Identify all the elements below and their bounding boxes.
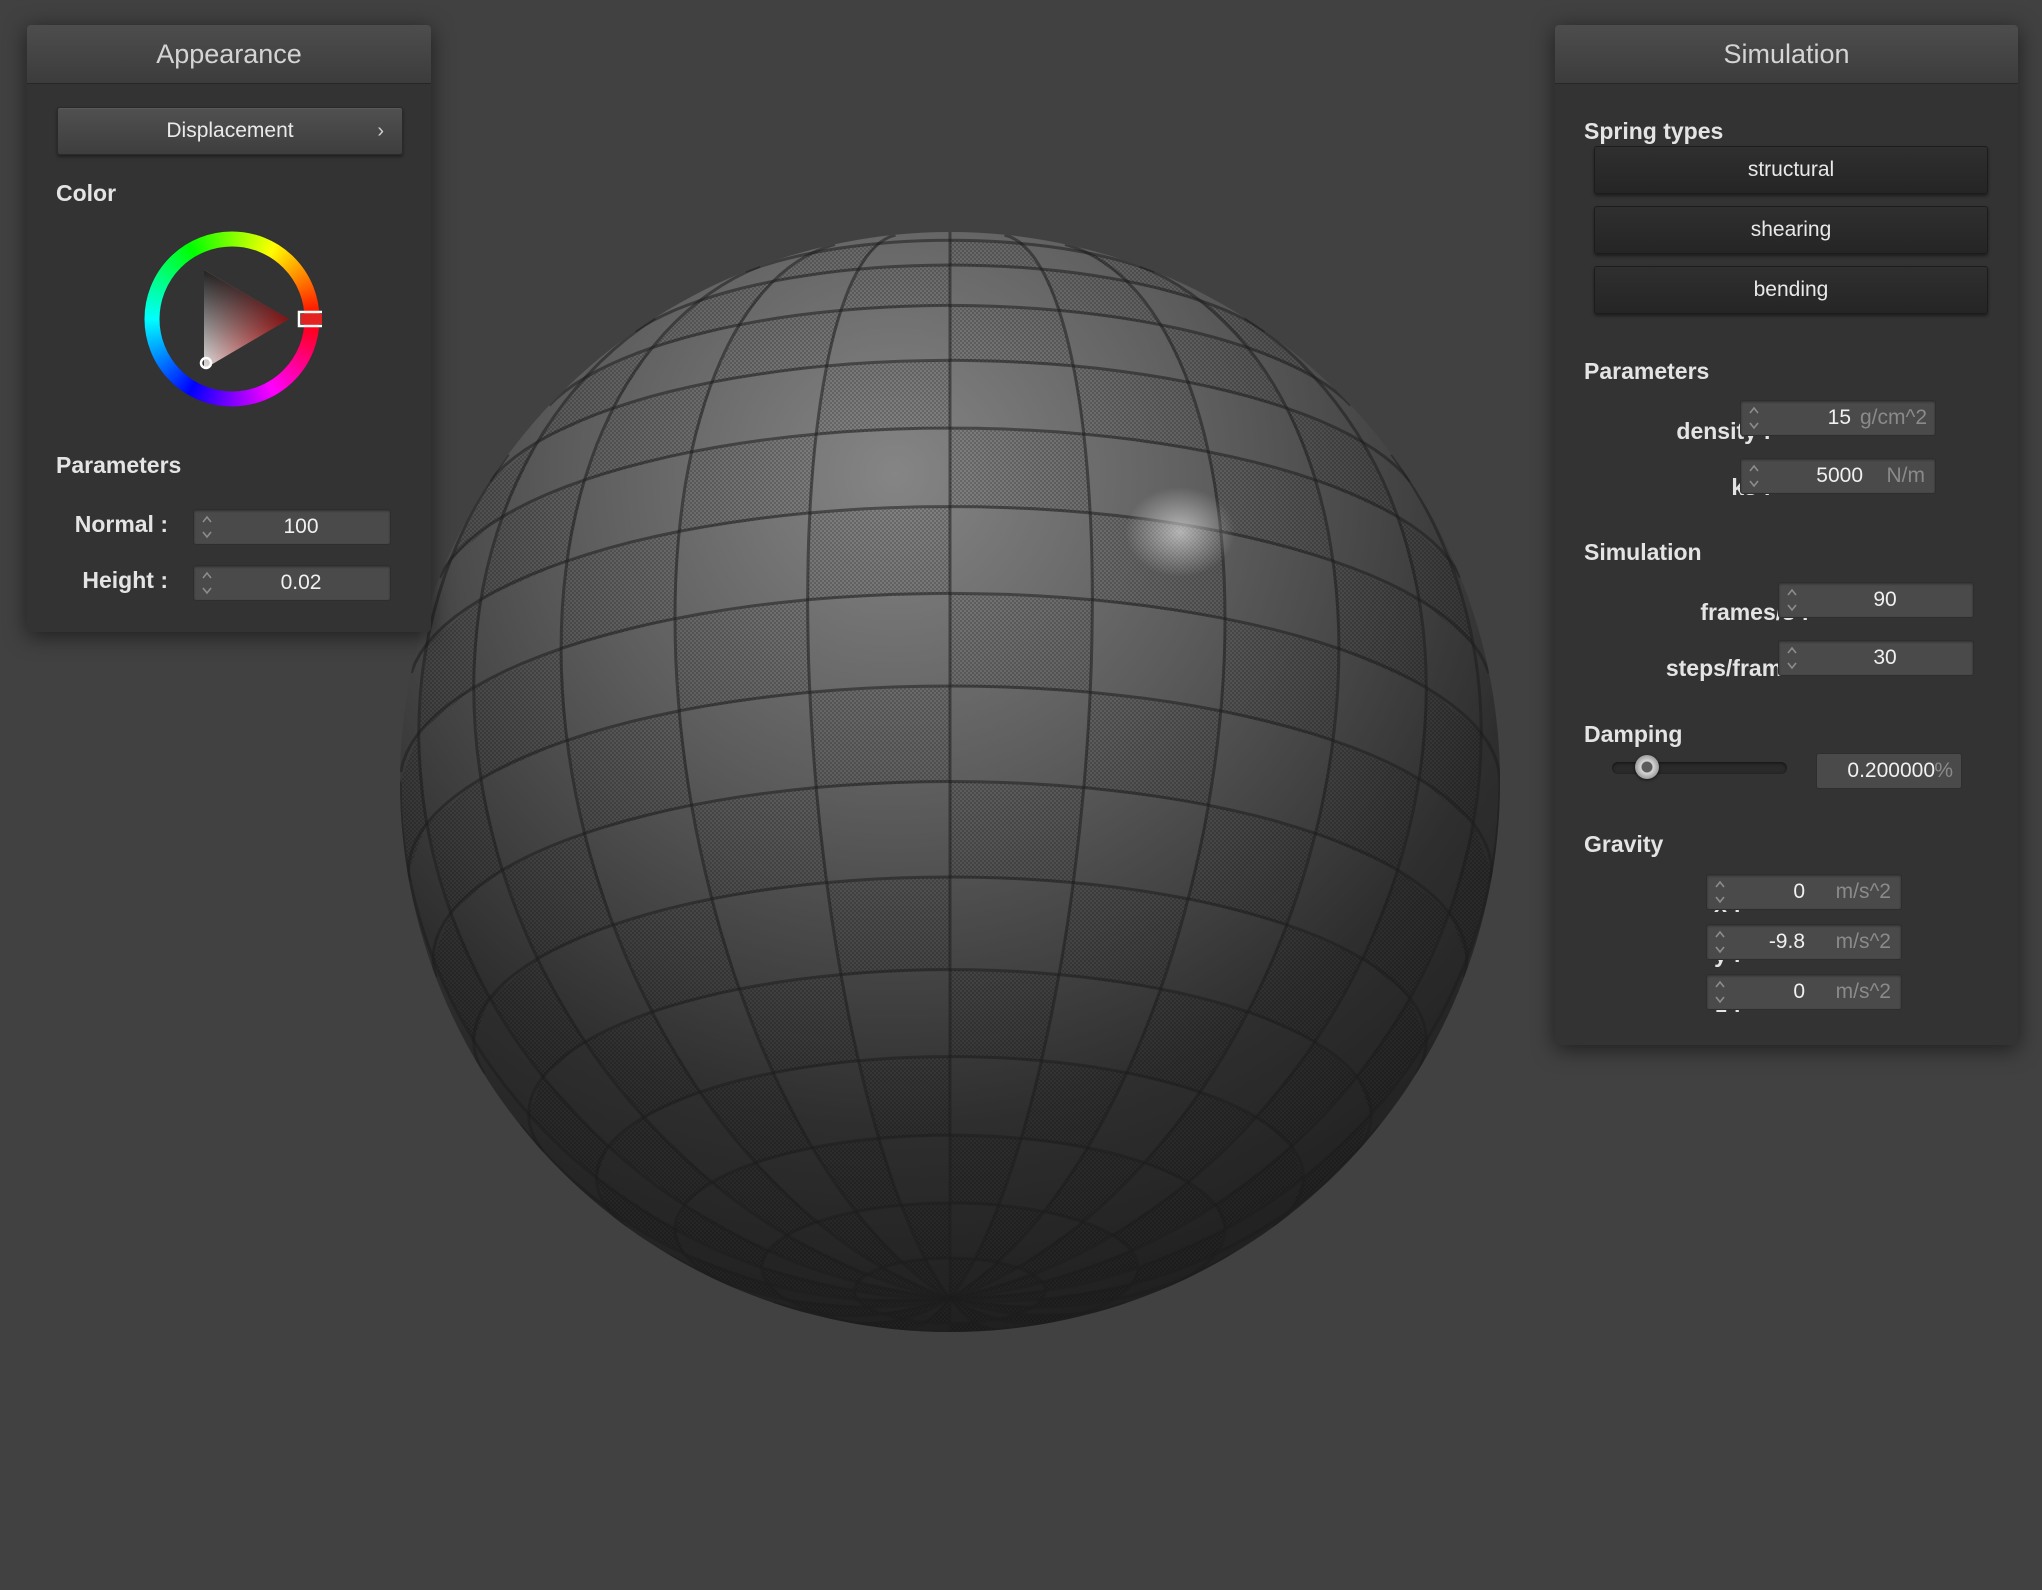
checker-tile [807, 506, 950, 600]
gravity-z-value: 0 [1793, 980, 1805, 1003]
spring-shearing-button[interactable]: shearing [1594, 206, 1988, 254]
ks-value: 5000 [1816, 464, 1863, 487]
steps-per-frame-input[interactable]: 30 [1778, 640, 1974, 676]
gravity-x-unit: m/s^2 [1835, 880, 1891, 903]
spinner-arrows-icon[interactable] [1713, 927, 1727, 957]
checker-tile [950, 305, 1074, 366]
color-section-label: Color [56, 180, 117, 206]
normal-label: Normal : [74, 511, 168, 537]
chevron-right-icon: › [377, 120, 384, 142]
damping-slider[interactable] [1612, 755, 1787, 779]
spinner-arrows-icon[interactable] [1747, 403, 1761, 433]
shader-select-label: Displacement [166, 119, 294, 142]
normal-input[interactable]: 100 [193, 509, 391, 545]
spinner-arrows-icon[interactable] [200, 568, 214, 598]
checker-tile [691, 787, 827, 899]
normal-value: 100 [283, 515, 319, 538]
ks-input[interactable]: 5000 N/m [1740, 458, 1936, 494]
spinner-arrows-icon[interactable] [1713, 877, 1727, 907]
spinner-arrows-icon[interactable] [200, 512, 214, 542]
gravity-z-input[interactable]: 0 m/s^2 [1706, 974, 1902, 1010]
spinner-arrows-icon[interactable] [1785, 585, 1799, 615]
damping-label: Damping [1584, 721, 1683, 747]
checker-tile [950, 428, 1091, 513]
spinner-arrows-icon[interactable] [1713, 977, 1727, 1007]
checker-tile [809, 686, 950, 788]
gravity-y-unit: m/s^2 [1835, 930, 1891, 953]
checker-tile [816, 360, 950, 435]
damping-value-field[interactable]: 0.200000 % [1816, 753, 1962, 789]
cloth-sphere[interactable] [400, 232, 1500, 1332]
checker-tile [950, 593, 1093, 693]
color-wheel-icon [142, 229, 328, 409]
frames-per-second-input[interactable]: 90 [1778, 582, 1974, 618]
gravity-label: Gravity [1584, 831, 1664, 857]
damping-slider-handle[interactable] [1635, 755, 1659, 779]
gravity-x-value: 0 [1793, 880, 1805, 903]
density-value: 15 [1827, 406, 1851, 429]
checker-tile [950, 781, 1084, 883]
appearance-panel-title: Appearance [27, 25, 431, 84]
density-unit: g/cm^2 [1859, 406, 1927, 429]
simulation-parameters-label: Parameters [1584, 358, 1710, 384]
simulation-section-label: Simulation [1584, 539, 1702, 565]
gravity-z-unit: m/s^2 [1835, 980, 1891, 1003]
spring-bending-button[interactable]: bending [1594, 266, 1988, 314]
height-label: Height : [82, 567, 168, 593]
gravity-y-value: -9.8 [1768, 930, 1805, 953]
sphere-render [400, 232, 1500, 1332]
spinner-arrows-icon[interactable] [1785, 643, 1799, 673]
spring-structural-button[interactable]: structural [1594, 146, 1988, 194]
spring-types-label: Spring types [1584, 118, 1724, 144]
frames-per-second-label: frames/s : [1700, 599, 1809, 625]
frames-per-second-value: 90 [1873, 588, 1897, 611]
damping-unit: % [1934, 759, 1953, 782]
ks-unit: N/m [1886, 464, 1926, 487]
steps-per-frame-label: steps/frame : [1665, 655, 1809, 681]
gravity-y-input[interactable]: -9.8 m/s^2 [1706, 924, 1902, 960]
shader-select-button[interactable]: Displacement › [57, 107, 403, 155]
appearance-panel: Appearance Displacement › Color Paramete… [27, 25, 431, 632]
color-wheel[interactable] [142, 229, 328, 409]
height-value: 0.02 [280, 571, 322, 594]
steps-per-frame-value: 30 [1873, 646, 1897, 669]
appearance-parameters-label: Parameters [56, 452, 182, 478]
checker-tile [826, 877, 950, 975]
height-input[interactable]: 0.02 [193, 565, 391, 601]
checker-tile [950, 969, 1059, 1061]
simulation-panel-title: Simulation [1555, 25, 2018, 84]
gravity-x-input[interactable]: 0 m/s^2 [1706, 874, 1902, 910]
density-input[interactable]: 15 g/cm^2 [1740, 400, 1936, 436]
damping-value: 0.200000 [1847, 759, 1935, 782]
spinner-arrows-icon[interactable] [1747, 461, 1761, 491]
